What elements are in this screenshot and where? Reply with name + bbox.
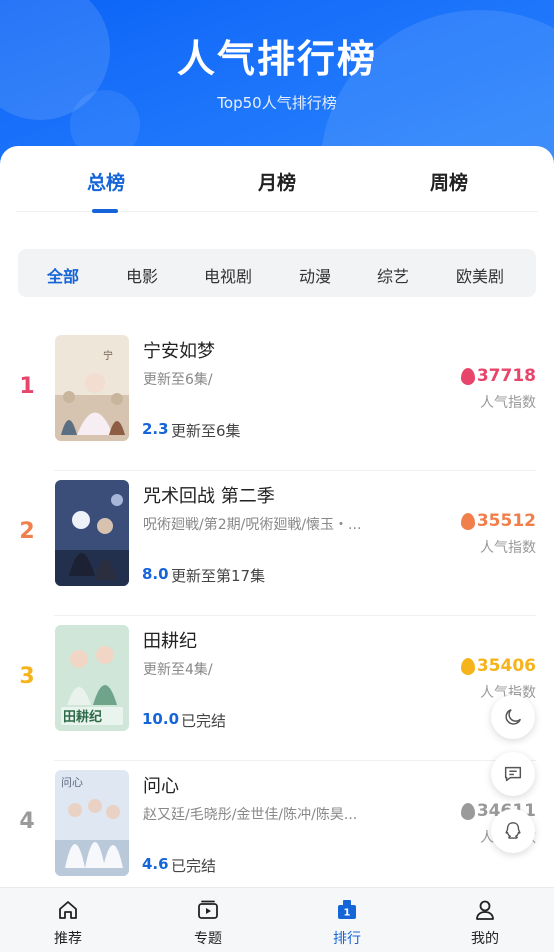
list-item[interactable]: 4 问心 问心 赵又廷/毛晓彤/金世佳/陈冲/陈昊... 4.6 已完结 <box>0 761 554 906</box>
svg-text:宁: 宁 <box>103 349 113 362</box>
period-tabs: 总榜 月榜 周榜 <box>16 146 538 213</box>
flame-icon <box>460 802 475 820</box>
list-item[interactable]: 2 咒术回战 第二季 呪術廻戦/第2期/呪術廻戦/懐玉・... 8.0 更新至第… <box>0 471 554 616</box>
ranking-card: 总榜 月榜 周榜 全部 电影 电视剧 动漫 综艺 欧美剧 1 宁 宁安如梦 更新… <box>0 146 554 952</box>
category-variety[interactable]: 综艺 <box>377 263 409 287</box>
category-filter: 全部 电影 电视剧 动漫 综艺 欧美剧 <box>18 249 536 297</box>
show-status: 已完结 <box>171 857 217 875</box>
category-all[interactable]: 全部 <box>47 263 79 287</box>
show-score: 2.3 <box>142 420 169 438</box>
nav-mine[interactable]: 我的 <box>445 898 525 948</box>
show-status: 已完结 <box>181 712 227 730</box>
show-score: 4.6 <box>142 855 169 873</box>
flame-icon <box>460 512 475 530</box>
svg-text:田耕纪: 田耕纪 <box>63 709 102 725</box>
rank-icon: 1 <box>338 900 356 919</box>
show-description: 赵又廷/毛晓彤/金世佳/陈冲/陈昊... <box>143 807 358 823</box>
show-score: 8.0 <box>142 565 169 583</box>
tab-monthly[interactable]: 月榜 <box>227 168 327 195</box>
show-description: 更新至6集/ <box>143 372 213 388</box>
rank-number: 2 <box>19 519 35 544</box>
qq-share-button[interactable] <box>491 809 535 853</box>
svg-text:问心: 问心 <box>61 776 83 789</box>
tab-weekly[interactable]: 周榜 <box>399 168 499 195</box>
tab-overall[interactable]: 总榜 <box>56 168 156 195</box>
list-item[interactable]: 3 田耕纪 田耕纪 更新至4集/ 10.0 已完结 35406 人气指数 <box>0 616 554 761</box>
poster-image[interactable]: 宁 <box>55 335 129 441</box>
nav-ranking[interactable]: 1 排行 <box>307 898 387 948</box>
poster-image[interactable]: 田耕纪 <box>55 625 129 731</box>
heat-number: 35406 <box>476 656 536 676</box>
popularity-label: 人气指数 <box>480 395 536 411</box>
svg-text:1: 1 <box>344 908 351 919</box>
category-anime[interactable]: 动漫 <box>299 263 331 287</box>
topic-icon <box>198 900 218 919</box>
show-status: 更新至第17集 <box>171 567 266 585</box>
category-western[interactable]: 欧美剧 <box>456 263 504 287</box>
show-status: 更新至6集 <box>171 422 241 440</box>
popularity-value: 35406 <box>460 656 536 676</box>
nav-label: 我的 <box>471 931 499 947</box>
bottom-nav: 推荐 专题 1 排行 我的 <box>0 887 554 952</box>
rank-number: 4 <box>19 809 35 834</box>
page-title: 人气排行榜 <box>176 37 377 81</box>
nav-topic[interactable]: 专题 <box>168 898 248 948</box>
show-title[interactable]: 田耕纪 <box>143 627 197 653</box>
show-description: 呪術廻戦/第2期/呪術廻戦/懐玉・... <box>143 517 362 533</box>
nav-label: 推荐 <box>54 931 82 947</box>
poster-image[interactable]: 问心 <box>55 770 129 876</box>
category-tv[interactable]: 电视剧 <box>204 263 252 287</box>
moon-icon <box>505 708 522 725</box>
active-tab-indicator <box>92 209 118 213</box>
rank-number: 3 <box>19 664 35 689</box>
nav-recommend[interactable]: 推荐 <box>28 898 108 948</box>
page-subtitle: Top50人气排行榜 <box>217 94 337 112</box>
nav-label: 排行 <box>333 931 361 947</box>
show-score: 10.0 <box>142 710 180 728</box>
qq-icon <box>505 822 521 839</box>
chat-icon <box>504 766 522 782</box>
popularity-value: 35512 <box>460 511 536 531</box>
flame-icon <box>460 367 475 385</box>
show-title[interactable]: 咒术回战 第二季 <box>143 482 275 508</box>
flame-icon <box>460 657 475 675</box>
heat-number: 37718 <box>476 366 536 386</box>
home-icon <box>59 901 77 919</box>
show-title[interactable]: 宁安如梦 <box>143 337 215 363</box>
feedback-button[interactable] <box>491 752 535 796</box>
show-description: 更新至4集/ <box>143 662 213 678</box>
nav-label: 专题 <box>194 931 222 947</box>
show-title[interactable]: 问心 <box>143 772 179 798</box>
user-icon <box>476 900 494 920</box>
heat-number: 35512 <box>476 511 536 531</box>
theme-toggle-button[interactable] <box>491 695 535 739</box>
category-movie[interactable]: 电影 <box>126 263 158 287</box>
poster-image[interactable] <box>55 480 129 586</box>
rank-number: 1 <box>19 374 35 399</box>
list-item[interactable]: 1 宁 宁安如梦 更新至6集/ 2.3 更新至6集 37718 人气指数 <box>0 326 554 471</box>
popularity-value: 37718 <box>460 366 536 386</box>
popularity-label: 人气指数 <box>480 540 536 556</box>
